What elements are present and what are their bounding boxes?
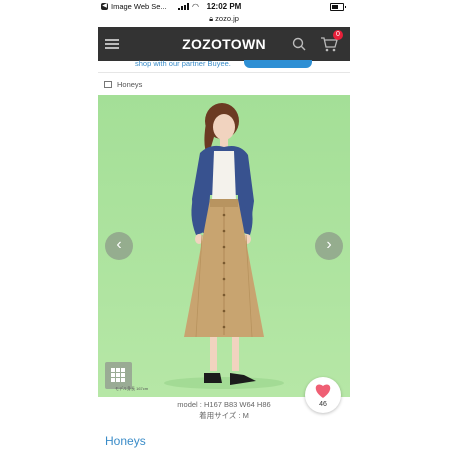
cart-count-badge: 0 xyxy=(333,30,343,40)
model-info: model : H167 B83 W64 H86 xyxy=(177,400,271,409)
status-bar: ◀ Image Web Se... ◠ 12:02 PM 🔒︎ zozo.jp xyxy=(98,0,350,26)
battery-icon xyxy=(330,3,346,11)
partner-banner[interactable]: shop with our partner Buyee. xyxy=(98,59,350,71)
grid-icon[interactable] xyxy=(105,362,132,389)
photo-caption: モデル身長 167cm xyxy=(115,386,149,391)
heart-icon xyxy=(315,384,331,398)
lock-icon: 🔒︎ xyxy=(209,14,214,23)
divider xyxy=(98,72,350,73)
product-photo[interactable]: ‹ › モデル身長 167cm xyxy=(98,95,350,397)
partner-banner-button[interactable] xyxy=(244,60,312,68)
shop-icon xyxy=(104,81,112,88)
brand-crumb-label[interactable]: Honeys xyxy=(117,80,142,89)
address-bar[interactable]: 🔒︎ zozo.jp xyxy=(98,14,350,24)
site-header: ZOZOTOWN 0 xyxy=(98,27,350,61)
chevron-right-icon[interactable]: › xyxy=(315,232,343,260)
brand-title[interactable]: Honeys xyxy=(105,434,146,448)
url-text[interactable]: zozo.jp xyxy=(215,14,239,23)
partner-banner-text[interactable]: shop with our partner Buyee. xyxy=(135,59,231,68)
phone-screen: ◀ Image Web Se... ◠ 12:02 PM 🔒︎ zozo.jp … xyxy=(98,0,350,449)
status-time: 12:02 PM xyxy=(206,2,242,11)
size-info: 着用サイズ : M xyxy=(199,411,249,420)
chevron-left-icon[interactable]: ‹ xyxy=(105,232,133,260)
model-illustration xyxy=(98,95,350,397)
site-logo[interactable]: ZOZOTOWN xyxy=(98,36,350,52)
search-icon[interactable] xyxy=(292,37,306,51)
